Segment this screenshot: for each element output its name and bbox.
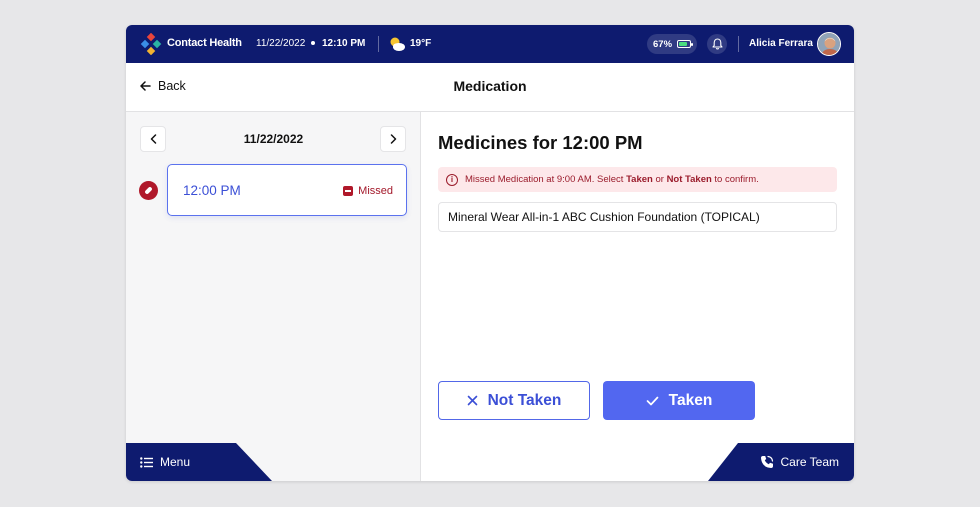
- separator-dot: [311, 41, 315, 45]
- page-title: Medication: [453, 78, 527, 94]
- battery-icon: [677, 40, 694, 48]
- app-window: Contact Health 11/22/2022 12:10 PM 19°F …: [126, 25, 854, 481]
- time-slot-time: 12:00 PM: [183, 183, 241, 198]
- divider: [378, 36, 379, 52]
- care-team-label: Care Team: [780, 455, 839, 469]
- missed-alert: i Missed Medication at 9:00 AM. Select T…: [438, 167, 837, 192]
- taken-button[interactable]: Taken: [603, 381, 755, 420]
- avatar[interactable]: [817, 32, 841, 56]
- divider: [738, 36, 739, 52]
- next-day-button[interactable]: [380, 126, 406, 152]
- not-taken-button[interactable]: Not Taken: [438, 381, 590, 420]
- current-time: 12:10 PM: [322, 38, 366, 49]
- phone-icon: [760, 455, 773, 468]
- alert-text: Missed Medication at 9:00 AM. Select Tak…: [465, 174, 759, 185]
- notifications-button[interactable]: [707, 34, 727, 54]
- missed-icon: [343, 186, 354, 196]
- medicine-item[interactable]: Mineral Wear All-in-1 ABC Cushion Founda…: [438, 202, 837, 232]
- taken-label: Taken: [668, 391, 713, 409]
- battery-percent: 67%: [653, 38, 673, 50]
- current-date: 11/22/2022: [256, 38, 306, 49]
- menu-label: Menu: [160, 455, 191, 469]
- temperature: 19°F: [410, 38, 432, 49]
- time-slot-card[interactable]: 12:00 PM Missed: [167, 164, 407, 216]
- pill-icon: [139, 181, 158, 200]
- schedule-date: 11/22/2022: [243, 132, 304, 146]
- page-header: Back Medication: [126, 63, 854, 112]
- schedule-panel: 11/22/2022 12:00 PM Missed: [126, 112, 421, 481]
- user-name: Alicia Ferrara: [749, 38, 813, 49]
- not-taken-label: Not Taken: [487, 391, 562, 409]
- medicines-panel: Medicines for 12:00 PM i Missed Medicati…: [422, 112, 854, 481]
- status-badge: Missed: [343, 185, 393, 197]
- contact-health-logo-icon: [140, 33, 162, 55]
- medicines-title: Medicines for 12:00 PM: [438, 132, 643, 153]
- top-bar: Contact Health 11/22/2022 12:10 PM 19°F …: [126, 25, 854, 63]
- user-photo-icon: [818, 33, 840, 55]
- close-icon: [467, 395, 477, 406]
- info-icon: i: [446, 173, 458, 186]
- partly-sunny-icon: [390, 37, 405, 51]
- list-icon: [140, 456, 153, 468]
- bell-icon: [711, 38, 723, 50]
- check-icon: [646, 396, 659, 405]
- status-label: Missed: [358, 185, 393, 197]
- battery-status: 67%: [647, 34, 697, 54]
- brand-name: Contact Health: [167, 37, 242, 49]
- chevron-right-icon: [390, 134, 396, 144]
